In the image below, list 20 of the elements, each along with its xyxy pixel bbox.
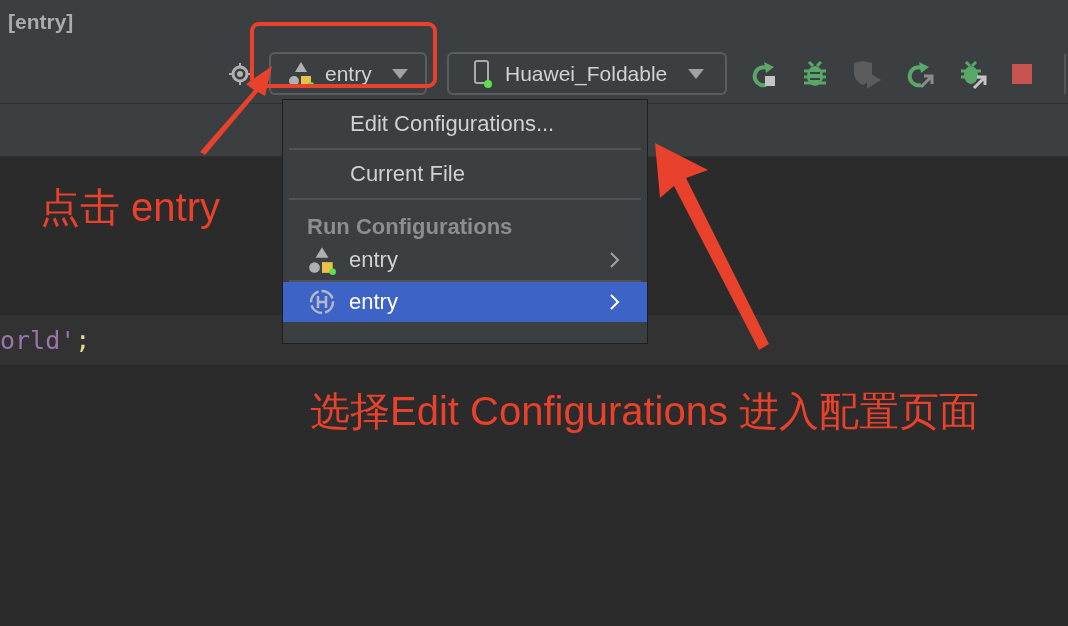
code-line: orld'; — [0, 325, 91, 355]
window-title: [entry] — [8, 10, 74, 34]
configuration-dropdown[interactable]: entry — [269, 52, 427, 95]
annotation-text: 选择Edit Configurations 进入配置页面 — [310, 388, 980, 435]
menu-item[interactable]: Current File — [283, 150, 647, 198]
stop-icon[interactable] — [1010, 61, 1034, 86]
phone-icon — [473, 58, 495, 89]
target-icon[interactable] — [228, 61, 252, 86]
menu-item[interactable]: Edit Configurations... — [283, 100, 647, 148]
menu-item[interactable]: entry — [283, 282, 647, 322]
module-icon — [307, 245, 337, 275]
caret-icon — [391, 67, 409, 80]
h-circle-icon — [307, 287, 337, 317]
annotation-text: 点击 entry — [40, 184, 221, 231]
chevron-right-icon — [609, 251, 621, 269]
chevron-right-icon — [609, 293, 621, 311]
device-dropdown[interactable]: Huawei_Foldable — [447, 52, 727, 95]
caret-icon — [687, 67, 705, 80]
menu-item[interactable]: entry — [283, 240, 647, 280]
menu-section-header: Run Configurations — [306, 213, 514, 240]
